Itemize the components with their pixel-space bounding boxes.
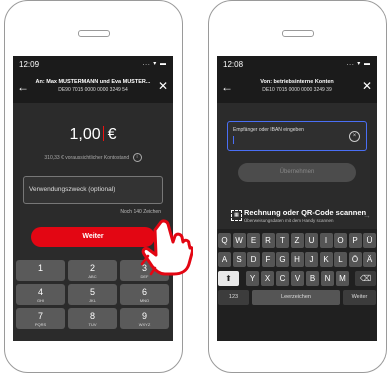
key-z[interactable]: Z	[290, 233, 304, 248]
transfer-amount-screen: 12:09 ... ▾ ▬ ← An: Max MUSTERMANN und E…	[13, 56, 173, 341]
key-9[interactable]: 9 WXYZ	[120, 308, 169, 329]
key-l[interactable]: L	[334, 252, 347, 267]
amount-input[interactable]: 1,00 €	[13, 126, 173, 144]
shift-key[interactable]: ⬆	[218, 271, 239, 286]
key-v[interactable]: V	[291, 271, 304, 286]
key-ae[interactable]: Ä	[363, 252, 376, 267]
qr-subtitle: Überweisungsdaten mit dem Handy scannen	[244, 218, 334, 223]
close-icon[interactable]: ✕	[158, 79, 168, 93]
recipient-name: An: Max MUSTERMANN und Eva MUSTER...	[35, 79, 151, 85]
key-t[interactable]: T	[276, 233, 289, 248]
numbers-key[interactable]: 123	[218, 290, 249, 305]
status-time: 12:08	[223, 60, 244, 69]
backspace-icon[interactable]: ⌫	[355, 271, 376, 286]
iban-placeholder: Empfänger oder IBAN eingeben	[233, 127, 304, 133]
key-r[interactable]: R	[261, 233, 275, 248]
back-arrow-icon[interactable]: ←	[17, 80, 29, 94]
key-s[interactable]: S	[232, 252, 246, 267]
key-8[interactable]: 8 TUV	[68, 308, 117, 329]
key-a[interactable]: A	[218, 252, 231, 267]
speaker-grille	[77, 30, 110, 37]
key-h[interactable]: H	[290, 252, 304, 267]
key-4[interactable]: 4 GHI	[16, 284, 65, 305]
key-d[interactable]: D	[247, 252, 260, 267]
speaker-grille	[281, 30, 314, 37]
key-m[interactable]: M	[336, 271, 349, 286]
key-e[interactable]: E	[247, 233, 260, 248]
scan-qr-link[interactable]: ▦ Rechnung oder QR-Code scannen Überweis…	[231, 208, 371, 228]
key-5[interactable]: 5 JKL	[68, 284, 117, 305]
enter-key[interactable]: Weiter	[343, 290, 376, 305]
right-phone-frame: 12:08 ... ▾ ▬ ← Von: betriebsinterne Kon…	[208, 0, 387, 373]
key-ue[interactable]: Ü	[363, 233, 376, 248]
text-cursor	[233, 136, 234, 144]
recipient-iban-input[interactable]: Empfänger oder IBAN eingeben ×	[227, 121, 367, 151]
purpose-field[interactable]: Verwendungszweck (optional)	[23, 176, 163, 204]
key-c[interactable]: C	[276, 271, 289, 286]
apply-button[interactable]: Übernehmen	[238, 163, 356, 182]
key-oe[interactable]: Ö	[348, 252, 362, 267]
info-icon[interactable]: i	[132, 153, 142, 162]
key-1[interactable]: 1	[16, 260, 65, 281]
space-key[interactable]: Leerzeichen	[252, 290, 340, 305]
recipient-iban: DE90 7015 0000 0000 3249 54	[58, 87, 128, 93]
recipient-header: ← An: Max MUSTERMANN und Eva MUSTER... D…	[13, 72, 173, 103]
status-time: 12:09	[19, 60, 40, 69]
status-icons: ... ▾ ▬	[346, 61, 371, 67]
key-q[interactable]: Q	[218, 233, 231, 248]
balance-text: 310,33 € voraussichtlicher Kontostand	[44, 154, 130, 161]
qr-title: Rechnung oder QR-Code scannen	[244, 208, 367, 217]
key-p[interactable]: P	[348, 233, 362, 248]
key-k[interactable]: K	[319, 252, 333, 267]
status-bar: 12:08 ... ▾ ▬	[217, 56, 377, 72]
status-icons: ... ▾ ▬	[142, 61, 167, 67]
qr-scan-icon: ▦	[231, 210, 242, 221]
key-x[interactable]: X	[261, 271, 274, 286]
key-i[interactable]: I	[319, 233, 333, 248]
left-phone-frame: 12:09 ... ▾ ▬ ← An: Max MUSTERMANN und E…	[4, 0, 183, 373]
currency-symbol: €	[107, 126, 117, 143]
key-g[interactable]: G	[276, 252, 289, 267]
source-account-header: ← Von: betriebsinterne Konten DE10 7015 …	[217, 72, 377, 103]
key-u[interactable]: U	[305, 233, 318, 248]
source-account-iban: DE10 7015 0000 0000 3249 39	[262, 87, 332, 93]
continue-button[interactable]: Weiter	[31, 227, 155, 247]
key-w[interactable]: W	[232, 233, 246, 248]
key-y[interactable]: Y	[246, 271, 259, 286]
source-account-name: Von: betriebsinterne Konten	[260, 79, 334, 85]
key-6[interactable]: 6 MNO	[120, 284, 169, 305]
key-f[interactable]: F	[261, 252, 275, 267]
amount-value: 1,00	[69, 126, 101, 143]
status-bar: 12:09 ... ▾ ▬	[13, 56, 173, 72]
key-b[interactable]: B	[306, 271, 319, 286]
key-7[interactable]: 7 PQRS	[16, 308, 65, 329]
tap-hand-icon	[140, 219, 193, 276]
arrow-right-icon: →	[363, 211, 371, 220]
key-j[interactable]: J	[305, 252, 318, 267]
onscreen-keyboard: Q W E R T Z U I O P Ü A S D F G H J K L …	[217, 229, 377, 341]
text-cursor	[102, 126, 104, 141]
clear-input-icon[interactable]: ×	[349, 131, 360, 142]
key-n[interactable]: N	[321, 271, 334, 286]
close-icon[interactable]: ✕	[362, 79, 372, 93]
key-o[interactable]: O	[334, 233, 347, 248]
key-2[interactable]: 2 ABC	[68, 260, 117, 281]
back-arrow-icon[interactable]: ←	[221, 80, 233, 94]
expected-balance: 310,33 € voraussichtlicher Kontostand i	[13, 153, 173, 162]
recipient-entry-screen: 12:08 ... ▾ ▬ ← Von: betriebsinterne Kon…	[217, 56, 377, 341]
remaining-chars: Noch 140 Zeichen	[120, 209, 161, 215]
